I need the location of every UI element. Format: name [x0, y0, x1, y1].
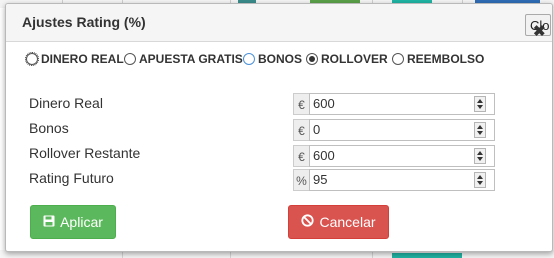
- currency-addon: €: [293, 119, 309, 141]
- radio-label: BONOS: [258, 52, 303, 66]
- radio-apuesta-gratis[interactable]: APUESTA GRATIS: [124, 52, 243, 66]
- stepper-icon[interactable]: [474, 96, 486, 112]
- field-label-dinero-real: Dinero Real: [29, 95, 103, 111]
- field-label-bonos: Bonos: [29, 120, 69, 136]
- background-badge: [392, 253, 462, 258]
- radio-label: ROLLOVER: [321, 52, 388, 66]
- currency-addon: €: [293, 145, 309, 167]
- radio-label: APUESTA GRATIS: [139, 52, 243, 66]
- radio-label: DINERO REAL: [41, 52, 124, 66]
- radio-circle[interactable]: [124, 53, 136, 65]
- radio-circle[interactable]: [392, 53, 404, 65]
- radio-circle[interactable]: [243, 53, 255, 65]
- cancel-button-label: Cancelar: [319, 214, 376, 230]
- rollover-restante-input[interactable]: 600: [309, 145, 495, 167]
- close-icon[interactable]: ✖: [533, 22, 546, 40]
- ban-icon: [301, 214, 315, 230]
- bonos-input[interactable]: 0: [309, 119, 495, 141]
- dialog-header: Ajustes Rating (%) Close: [6, 4, 552, 42]
- stepper-icon[interactable]: [474, 172, 486, 188]
- stepper-icon[interactable]: [474, 148, 486, 164]
- radio-rollover[interactable]: ROLLOVER: [306, 52, 388, 66]
- radio-circle[interactable]: [306, 53, 318, 65]
- radio-bonos[interactable]: BONOS: [243, 52, 302, 66]
- percent-addon: %: [293, 169, 309, 191]
- field-label-rating-futuro: Rating Futuro: [29, 170, 114, 186]
- radio-dinero-real[interactable]: DINERO REAL: [25, 52, 124, 66]
- apply-button-label: Aplicar: [60, 214, 103, 230]
- radio-label: REEMBOLSO: [407, 52, 485, 66]
- dialog-title: Ajustes Rating (%): [22, 14, 146, 30]
- cancel-button[interactable]: Cancelar: [288, 205, 389, 239]
- stepper-icon[interactable]: [474, 122, 486, 138]
- radio-reembolso[interactable]: REEMBOLSO: [392, 52, 484, 66]
- dinero-real-input[interactable]: 600: [309, 93, 495, 115]
- apply-button[interactable]: Aplicar: [30, 205, 116, 239]
- save-icon: [43, 214, 55, 230]
- currency-addon: €: [293, 93, 309, 115]
- radio-circle[interactable]: [25, 52, 39, 66]
- field-label-rollover-restante: Rollover Restante: [29, 145, 141, 161]
- rating-futuro-input[interactable]: 95: [309, 169, 495, 191]
